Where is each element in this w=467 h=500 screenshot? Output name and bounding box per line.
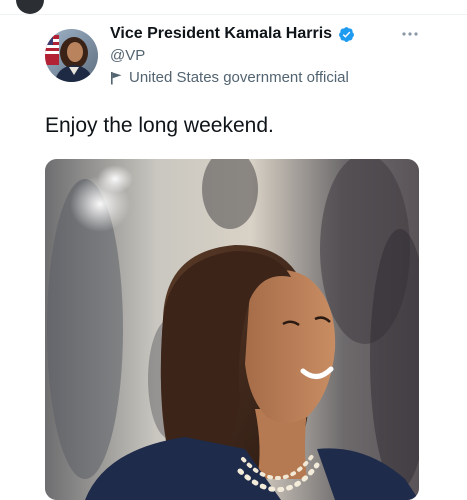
author-avatar[interactable]	[45, 29, 98, 82]
affiliation-label: United States government official	[110, 69, 349, 86]
affiliation-text: United States government official	[129, 69, 349, 86]
author-handle[interactable]: @VP	[110, 47, 145, 64]
photo-image	[45, 159, 419, 500]
avatar-photo	[45, 29, 98, 82]
government-flag-icon	[111, 71, 122, 84]
previous-tweet-avatar[interactable]	[16, 0, 44, 14]
tweet-text: Enjoy the long weekend.	[45, 114, 274, 137]
top-bar	[0, 0, 467, 15]
more-options-button[interactable]	[398, 25, 422, 43]
tweet-photo[interactable]	[45, 159, 419, 500]
verified-badge-icon	[339, 26, 354, 42]
more-options-icon	[402, 32, 418, 36]
author-display-name[interactable]: Vice President Kamala Harris	[110, 25, 332, 43]
tweet[interactable]: Vice President Kamala Harris @VP United …	[0, 15, 467, 500]
author-name-row[interactable]: Vice President Kamala Harris	[110, 25, 355, 43]
